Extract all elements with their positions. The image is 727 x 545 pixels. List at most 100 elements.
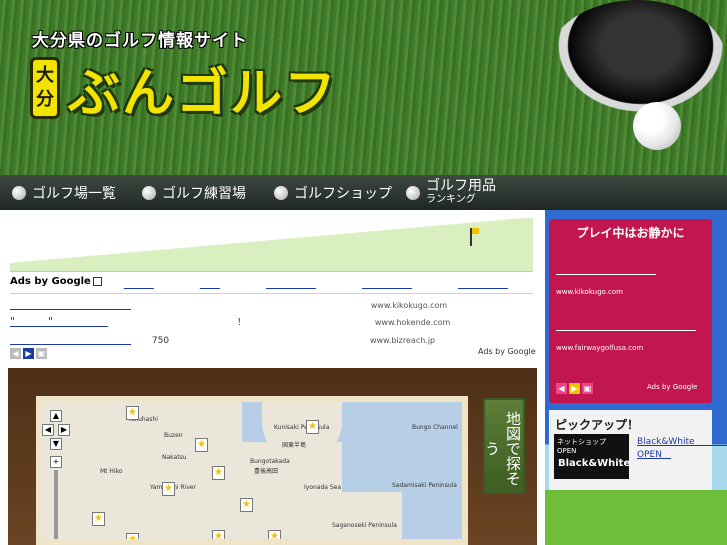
- nav-item-golf-courses[interactable]: ゴルフ場一覧: [0, 175, 130, 210]
- ads-by-google-badge[interactable]: Ads by Google: [647, 383, 697, 391]
- nav-item-golf-goods-ranking[interactable]: ゴルフ用品 ランキング: [394, 175, 524, 210]
- ad-links-row: Ads by Google: [10, 272, 533, 292]
- ad-title[interactable]: [556, 321, 696, 332]
- map-pan-up-icon[interactable]: ▲: [50, 410, 62, 422]
- external-icon[interactable]: ▣: [36, 348, 47, 359]
- ads-by-google-badge[interactable]: Ads by Google: [478, 347, 536, 356]
- ad-title[interactable]: [10, 298, 131, 311]
- map-section-title: [8, 372, 468, 389]
- map-label: Mt Hiko: [100, 468, 123, 475]
- map-marker-star-icon[interactable]: ★: [126, 533, 139, 539]
- golf-ball-icon: [12, 185, 26, 200]
- ad-url[interactable]: www.bizreach.jp: [370, 336, 435, 345]
- nav-item-label: ゴルフ場一覧: [32, 185, 116, 202]
- map-label: Bungotakada: [250, 458, 290, 465]
- map-marker-star-icon[interactable]: ★: [268, 530, 281, 539]
- site-logo[interactable]: 大 分 ぶんゴルフ: [30, 48, 338, 128]
- text-ad: www.kikokugo.com: [10, 296, 543, 312]
- pickup-banner-caption: ネットショップ OPEN: [557, 438, 606, 455]
- pickup-banner-image[interactable]: ネットショップ OPEN Black&White: [554, 434, 631, 479]
- header-banner: 大分県のゴルフ情報サイト 大 分 ぶんゴルフ: [0, 0, 727, 175]
- map-label: Bungo Channel: [412, 424, 458, 431]
- main-nav: ゴルフ場一覧 ゴルフ練習場 ゴルフショップ ゴルフ用品 ランキング: [0, 175, 727, 210]
- sidebar-ad-box: プレイ中はお静かに www.kikokugo.com www.fairwaygo…: [549, 219, 712, 403]
- ad-description: [556, 333, 604, 342]
- map-marker-star-icon[interactable]: ★: [306, 420, 319, 434]
- ad-link[interactable]: [124, 275, 154, 290]
- map-marker-star-icon[interactable]: ★: [212, 530, 225, 539]
- ad-title[interactable]: [556, 265, 656, 276]
- flag-icon: [470, 228, 480, 246]
- ad-title[interactable]: [10, 333, 131, 346]
- nav-item-golf-shop[interactable]: ゴルフショップ: [262, 175, 394, 210]
- logo-badge-bottom: 分: [36, 89, 54, 110]
- map-label: 豊後高田: [254, 468, 279, 475]
- section-banner: [10, 218, 533, 272]
- map-marker-star-icon[interactable]: ★: [92, 512, 105, 526]
- pickup-banner-brand: Black&White: [558, 458, 631, 469]
- logo-badge: 大 分: [30, 57, 60, 119]
- map-zoom-in-icon[interactable]: +: [50, 456, 62, 468]
- map-land: [342, 492, 402, 539]
- external-icon[interactable]: ▣: [582, 383, 593, 394]
- next-arrow-icon[interactable]: ▶: [569, 383, 580, 394]
- map-label: Saganoseki Peninsula: [332, 522, 397, 529]
- map-section: ▲ ◀ ▶ ▼ + Yukuhashi Buzen Kunisaki Penin…: [8, 368, 537, 545]
- sidebar: プレイ中はお静かに www.kikokugo.com www.fairwaygo…: [545, 210, 727, 545]
- map-marker-star-icon[interactable]: ★: [195, 438, 208, 452]
- ad-link[interactable]: [362, 275, 412, 290]
- ad-pager: ◀ ▶ ▣: [10, 348, 47, 359]
- map-label: Iyonada Sea: [304, 484, 342, 491]
- map-label: Nakatsu: [162, 454, 187, 461]
- ad-link[interactable]: [266, 275, 316, 290]
- ads-by-google-label[interactable]: Ads by Google: [10, 276, 102, 288]
- external-icon: [92, 277, 102, 287]
- logo-text: ぶんゴルフ: [68, 63, 339, 124]
- main-content: Ads by Google www.kikokugo.com " " ！ www…: [0, 210, 545, 545]
- ad-url[interactable]: www.kikokugo.com: [371, 301, 447, 310]
- nav-item-label: ゴルフ用品: [426, 177, 496, 194]
- ad-title[interactable]: " ": [10, 315, 108, 328]
- golf-ball-icon: [274, 185, 288, 200]
- google-map[interactable]: ▲ ◀ ▶ ▼ + Yukuhashi Buzen Kunisaki Penin…: [42, 402, 462, 539]
- search-by-map-button[interactable]: 地図で探そう: [483, 398, 525, 494]
- map-label: Sadamisaki Peninsula: [392, 482, 457, 489]
- sidebar-meadow-illustration: [545, 490, 727, 545]
- ad-link[interactable]: [200, 275, 220, 290]
- map-marker-star-icon[interactable]: ★: [126, 406, 139, 420]
- map-marker-star-icon[interactable]: ★: [240, 498, 253, 512]
- next-arrow-icon[interactable]: ▶: [23, 348, 34, 359]
- prev-arrow-icon[interactable]: ◀: [10, 348, 21, 359]
- golf-hole-image: [548, 0, 726, 120]
- nav-item-driving-range[interactable]: ゴルフ練習場: [130, 175, 262, 210]
- map-label: 国東半島: [282, 442, 307, 449]
- nav-item-label: ゴルフ練習場: [162, 185, 246, 202]
- map-pan-left-icon[interactable]: ◀: [42, 424, 54, 436]
- sidebar-text-ad: www.kikokugo.com: [556, 261, 704, 296]
- ad-url[interactable]: www.fairwaygolfusa.com: [556, 344, 643, 352]
- ad-description: ！: [111, 318, 373, 328]
- ad-url[interactable]: www.kikokugo.com: [556, 288, 623, 296]
- ad-link[interactable]: [458, 275, 508, 290]
- golf-ball-icon: [142, 185, 156, 200]
- map-zoom-slider[interactable]: [54, 470, 58, 539]
- ad-url[interactable]: www.hokende.com: [375, 318, 450, 327]
- nav-item-label: ゴルフショップ: [294, 185, 392, 202]
- nav-item-sublabel: ランキング: [426, 193, 476, 205]
- section-title: [22, 232, 142, 253]
- page: 大分県のゴルフ情報サイト 大 分 ぶんゴルフ ゴルフ場一覧 ゴルフ練習場 ゴルフ…: [0, 0, 727, 545]
- prev-arrow-icon[interactable]: ◀: [556, 383, 567, 394]
- map-pan-down-icon[interactable]: ▼: [50, 438, 62, 450]
- map-label: Kunisaki Peninsula: [274, 424, 330, 431]
- golf-ball-icon: [406, 185, 420, 200]
- map-pan-right-icon[interactable]: ▶: [58, 424, 70, 436]
- map-frame: ▲ ◀ ▶ ▼ + Yukuhashi Buzen Kunisaki Penin…: [36, 396, 468, 545]
- map-marker-star-icon[interactable]: ★: [212, 466, 225, 480]
- pickup-link[interactable]: Black&White OPEN: [637, 437, 727, 460]
- golf-ball-image: [633, 102, 681, 150]
- ad-description: [134, 301, 368, 311]
- map-marker-star-icon[interactable]: ★: [162, 482, 175, 496]
- logo-badge-top: 大: [36, 65, 54, 86]
- pickup-box: ピックアップ！ ネットショップ OPEN Black&White Black&W…: [549, 410, 727, 490]
- divider: [10, 293, 533, 294]
